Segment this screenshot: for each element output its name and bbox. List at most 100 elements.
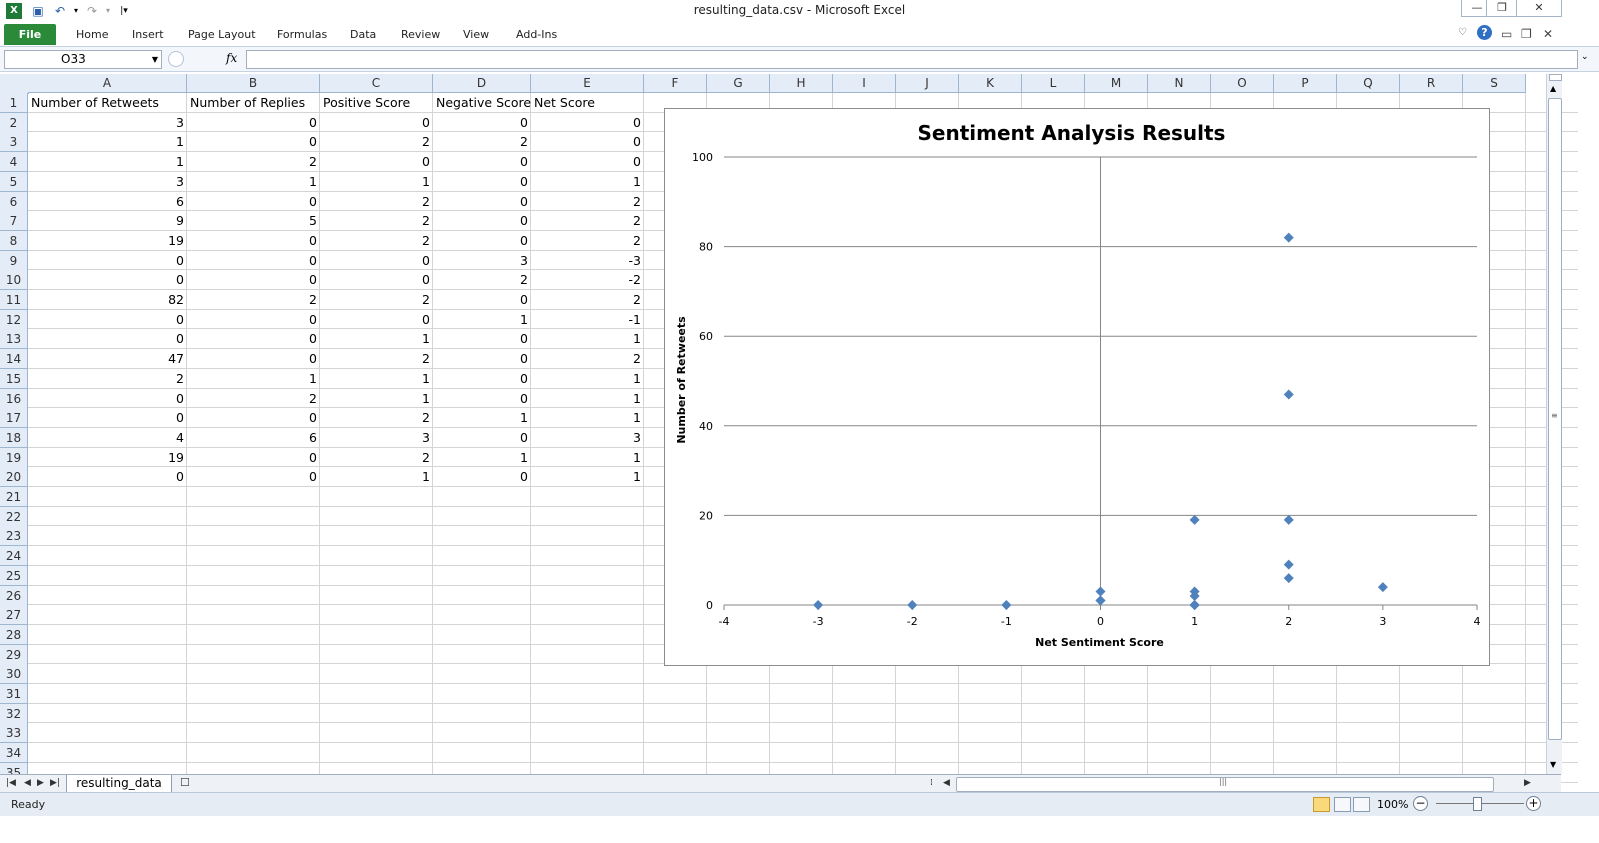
scroll-down-icon[interactable]: ▼	[1550, 760, 1556, 769]
data-cell[interactable]: 2	[320, 211, 433, 231]
data-cell[interactable]: 0	[433, 231, 531, 251]
header-cell[interactable]: Net Score	[531, 93, 644, 113]
column-header-p[interactable]: P	[1274, 74, 1337, 93]
scroll-up-icon[interactable]: ▲	[1550, 84, 1556, 93]
row-header-19[interactable]: 19	[0, 447, 28, 468]
data-cell[interactable]: 0	[531, 132, 644, 152]
normal-view-icon[interactable]	[1313, 797, 1330, 812]
scroll-right-icon[interactable]: ▶	[1524, 778, 1531, 788]
column-header-n[interactable]: N	[1148, 74, 1211, 93]
data-cell[interactable]: 2	[433, 270, 531, 290]
row-header-24[interactable]: 24	[0, 546, 28, 567]
data-cell[interactable]: 3	[320, 428, 433, 448]
data-cell[interactable]: 0	[187, 349, 320, 369]
row-header-28[interactable]: 28	[0, 624, 28, 645]
data-cell[interactable]: 0	[187, 251, 320, 271]
row-header-26[interactable]: 26	[0, 585, 28, 606]
row-header-21[interactable]: 21	[0, 487, 28, 507]
column-header-d[interactable]: D	[433, 74, 531, 93]
data-cell[interactable]: 0	[28, 251, 187, 271]
row-header-12[interactable]: 12	[0, 309, 28, 330]
data-cell[interactable]: 0	[187, 448, 320, 468]
data-cell[interactable]: 0	[433, 152, 531, 172]
data-cell[interactable]: 1	[433, 310, 531, 330]
data-cell[interactable]: 0	[28, 270, 187, 290]
data-cell[interactable]: 2	[320, 231, 433, 251]
data-cell[interactable]: 0	[433, 428, 531, 448]
data-cell[interactable]: 6	[28, 192, 187, 212]
name-box[interactable]: O33 ▼	[4, 50, 162, 69]
row-header-18[interactable]: 18	[0, 427, 28, 448]
next-sheet-icon[interactable]: ▶	[37, 778, 44, 788]
data-cell[interactable]: 1	[433, 448, 531, 468]
data-cell[interactable]: 2	[320, 290, 433, 310]
header-cell[interactable]: Negative Score	[433, 93, 531, 113]
data-cell[interactable]: 0	[28, 389, 187, 409]
data-cell[interactable]: 1	[320, 329, 433, 349]
row-header-11[interactable]: 11	[0, 290, 28, 310]
data-cell[interactable]: 0	[433, 467, 531, 487]
data-cell[interactable]: 1	[531, 172, 644, 192]
data-cell[interactable]: 2	[187, 290, 320, 310]
row-header-4[interactable]: 4	[0, 152, 28, 173]
data-cell[interactable]: 1	[531, 329, 644, 349]
data-cell[interactable]: 19	[28, 231, 187, 251]
data-cell[interactable]: 4	[28, 428, 187, 448]
data-cell[interactable]: 2	[531, 290, 644, 310]
column-header-h[interactable]: H	[770, 74, 833, 93]
row-header-23[interactable]: 23	[0, 526, 28, 547]
column-header-q[interactable]: Q	[1337, 74, 1400, 93]
data-cell[interactable]: 0	[187, 192, 320, 212]
data-cell[interactable]: 2	[433, 132, 531, 152]
data-cell[interactable]: 6	[187, 428, 320, 448]
column-header-l[interactable]: L	[1022, 74, 1085, 93]
data-cell[interactable]: 2	[531, 349, 644, 369]
row-header-14[interactable]: 14	[0, 349, 28, 370]
workbook-close-icon[interactable]: ✕	[1543, 27, 1553, 41]
data-cell[interactable]: 0	[531, 113, 644, 133]
header-cell[interactable]: Number of Retweets	[28, 93, 187, 113]
column-header-c[interactable]: C	[320, 74, 433, 93]
tab-review[interactable]: Review	[401, 28, 440, 41]
column-header-r[interactable]: R	[1400, 74, 1463, 93]
zoom-in-button[interactable]: +	[1526, 796, 1541, 811]
row-header-16[interactable]: 16	[0, 388, 28, 409]
data-cell[interactable]: 47	[28, 349, 187, 369]
column-header-s[interactable]: S	[1463, 74, 1526, 93]
data-cell[interactable]: 1	[433, 408, 531, 428]
row-header-20[interactable]: 20	[0, 467, 28, 488]
data-cell[interactable]: 2	[320, 448, 433, 468]
data-cell[interactable]: 2	[320, 408, 433, 428]
zoom-slider-thumb[interactable]	[1473, 797, 1482, 811]
insert-function-icon[interactable]: fx	[226, 51, 237, 65]
help-icon[interactable]: ?	[1477, 25, 1492, 40]
minimize-ribbon-icon[interactable]: ♡	[1458, 27, 1467, 38]
data-cell[interactable]: 0	[187, 113, 320, 133]
data-cell[interactable]: 1	[28, 152, 187, 172]
column-header-j[interactable]: J	[896, 74, 959, 93]
workbook-restore-icon[interactable]: ❐	[1521, 27, 1532, 41]
data-cell[interactable]: 1	[320, 369, 433, 389]
row-header-3[interactable]: 3	[0, 132, 28, 153]
last-sheet-icon[interactable]: ▶|	[50, 778, 60, 788]
header-cell[interactable]: Positive Score	[320, 93, 433, 113]
data-cell[interactable]: 0	[433, 389, 531, 409]
data-cell[interactable]: 0	[433, 349, 531, 369]
data-cell[interactable]: 1	[187, 369, 320, 389]
data-cell[interactable]: -1	[531, 310, 644, 330]
column-header-a[interactable]: A	[28, 74, 187, 93]
data-cell[interactable]: 0	[187, 408, 320, 428]
data-cell[interactable]: 1	[320, 467, 433, 487]
row-header-30[interactable]: 30	[0, 664, 28, 685]
data-cell[interactable]: 0	[28, 408, 187, 428]
tab-add-ins[interactable]: Add-Ins	[516, 28, 557, 41]
data-cell[interactable]: 0	[433, 211, 531, 231]
row-header-7[interactable]: 7	[0, 211, 28, 232]
data-cell[interactable]: 0	[28, 467, 187, 487]
data-cell[interactable]: 0	[433, 369, 531, 389]
row-header-10[interactable]: 10	[0, 270, 28, 291]
data-cell[interactable]: 0	[320, 152, 433, 172]
workbook-minimize-icon[interactable]: ▭	[1501, 27, 1512, 41]
vertical-scrollbar[interactable]: ▲ ≡ ▼	[1546, 74, 1562, 774]
sheet-tab-resulting-data[interactable]: resulting_data	[66, 775, 172, 793]
